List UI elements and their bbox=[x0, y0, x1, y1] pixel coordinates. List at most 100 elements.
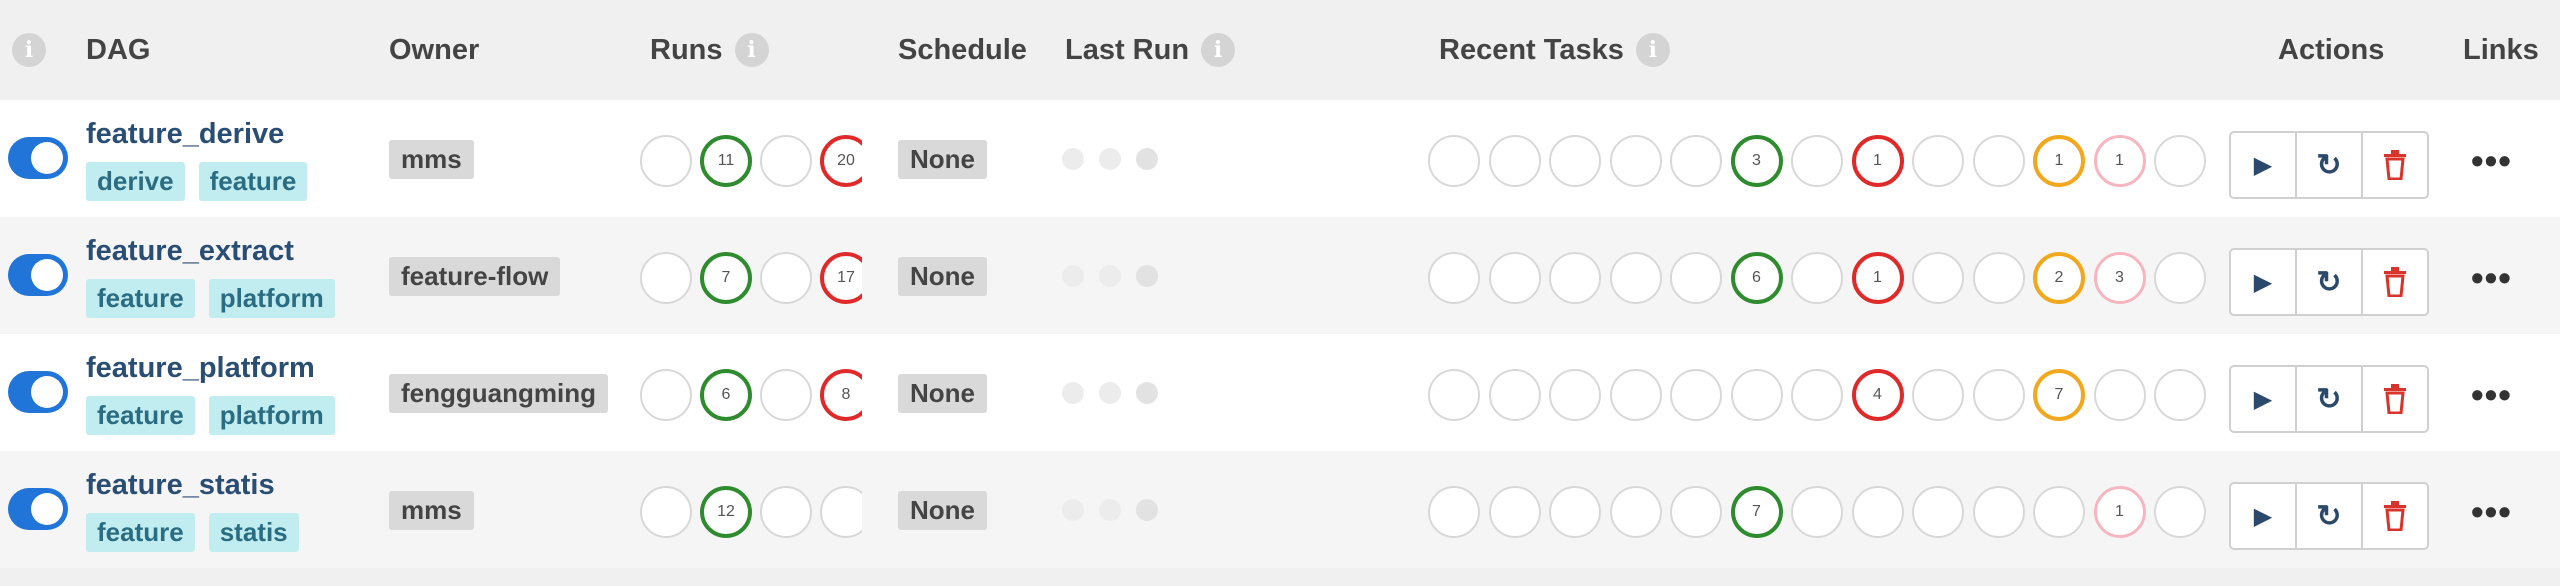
info-icon[interactable]: i bbox=[734, 33, 769, 67]
links-menu-button[interactable]: ••• bbox=[2471, 257, 2512, 299]
header-schedule[interactable]: Schedule bbox=[898, 0, 1027, 100]
task-state-circle[interactable] bbox=[1912, 135, 1964, 187]
task-state-circle[interactable] bbox=[1488, 486, 1541, 538]
task-state-circle[interactable] bbox=[1428, 252, 1480, 304]
task-state-circle[interactable] bbox=[2033, 486, 2085, 538]
task-state-circle[interactable] bbox=[1791, 252, 1843, 304]
refresh-dag-button[interactable]: ↻ bbox=[2297, 484, 2363, 548]
task-state-circle[interactable] bbox=[1609, 486, 1662, 538]
dag-name-link[interactable]: feature_derive bbox=[86, 118, 284, 151]
task-state-circle[interactable]: 1 bbox=[1851, 252, 1904, 304]
task-state-circle[interactable] bbox=[1851, 486, 1904, 538]
task-state-circle[interactable] bbox=[1972, 486, 2025, 538]
task-state-circle[interactable]: 2 bbox=[2033, 252, 2085, 304]
run-state-circle[interactable] bbox=[640, 486, 692, 538]
task-state-circle[interactable]: 1 bbox=[1851, 135, 1904, 187]
task-state-circle[interactable] bbox=[1549, 486, 1601, 538]
task-state-circle[interactable] bbox=[1791, 135, 1843, 187]
task-state-circle[interactable] bbox=[1609, 135, 1662, 187]
dag-enabled-toggle[interactable] bbox=[8, 137, 68, 179]
delete-dag-button[interactable] bbox=[2363, 250, 2427, 314]
dag-name-link[interactable]: feature_extract bbox=[86, 235, 294, 268]
task-state-circle[interactable]: 7 bbox=[1730, 486, 1783, 538]
task-state-circle[interactable] bbox=[1488, 252, 1541, 304]
refresh-dag-button[interactable]: ↻ bbox=[2297, 250, 2363, 314]
task-state-circle[interactable] bbox=[1609, 369, 1662, 421]
links-menu-button[interactable]: ••• bbox=[2471, 140, 2512, 182]
task-state-circle[interactable] bbox=[1549, 135, 1601, 187]
dag-schedule[interactable]: None bbox=[898, 140, 987, 179]
refresh-dag-button[interactable]: ↻ bbox=[2297, 367, 2363, 431]
dag-tag[interactable]: feature bbox=[86, 396, 195, 435]
dag-tag[interactable]: feature bbox=[86, 279, 195, 318]
run-state-circle[interactable]: 6 bbox=[700, 369, 752, 421]
info-icon[interactable]: i bbox=[12, 33, 46, 67]
task-state-circle[interactable] bbox=[1488, 135, 1541, 187]
dag-name-link[interactable]: feature_platform bbox=[86, 352, 315, 385]
task-state-circle[interactable] bbox=[1912, 486, 1964, 538]
task-state-circle[interactable] bbox=[1549, 252, 1601, 304]
run-state-circle[interactable]: 12 bbox=[700, 486, 752, 538]
dag-tag[interactable]: derive bbox=[86, 162, 185, 201]
trigger-dag-button[interactable]: ▶ bbox=[2231, 367, 2297, 431]
task-state-circle[interactable] bbox=[1670, 252, 1722, 304]
trigger-dag-button[interactable]: ▶ bbox=[2231, 484, 2297, 548]
task-state-circle[interactable] bbox=[1488, 369, 1541, 421]
task-state-circle[interactable] bbox=[1428, 369, 1480, 421]
delete-dag-button[interactable] bbox=[2363, 367, 2427, 431]
header-owner[interactable]: Owner bbox=[389, 0, 479, 100]
dag-tag[interactable]: feature bbox=[86, 513, 195, 552]
run-state-circle[interactable]: 11 bbox=[700, 135, 752, 187]
task-state-circle[interactable] bbox=[1670, 135, 1722, 187]
info-icon[interactable]: i bbox=[1635, 33, 1670, 67]
dag-enabled-toggle[interactable] bbox=[8, 371, 68, 413]
refresh-dag-button[interactable]: ↻ bbox=[2297, 133, 2363, 197]
dag-enabled-toggle[interactable] bbox=[8, 488, 68, 530]
task-state-circle[interactable]: 3 bbox=[1730, 135, 1783, 187]
run-state-circle[interactable]: 17 bbox=[820, 252, 862, 304]
dag-owner[interactable]: mms bbox=[389, 491, 474, 530]
trigger-dag-button[interactable]: ▶ bbox=[2231, 250, 2297, 314]
task-state-circle[interactable]: 1 bbox=[2093, 486, 2146, 538]
run-state-circle[interactable] bbox=[760, 135, 812, 187]
dag-schedule[interactable]: None bbox=[898, 491, 987, 530]
task-state-circle[interactable] bbox=[1549, 369, 1601, 421]
dag-tag[interactable]: platform bbox=[208, 279, 335, 318]
header-dag[interactable]: DAG bbox=[86, 0, 150, 100]
run-state-circle[interactable] bbox=[820, 486, 862, 538]
task-state-circle[interactable] bbox=[1428, 486, 1480, 538]
run-state-circle[interactable]: 20 bbox=[820, 135, 862, 187]
task-state-circle[interactable] bbox=[1791, 369, 1843, 421]
task-state-circle[interactable] bbox=[1972, 135, 2025, 187]
task-state-circle[interactable] bbox=[1670, 486, 1722, 538]
dag-name-link[interactable]: feature_statis bbox=[86, 469, 275, 502]
task-state-circle[interactable] bbox=[1972, 369, 2025, 421]
run-state-circle[interactable] bbox=[760, 369, 812, 421]
task-state-circle[interactable]: 6 bbox=[1730, 252, 1783, 304]
task-state-circle[interactable] bbox=[2093, 369, 2146, 421]
task-state-circle[interactable] bbox=[1428, 135, 1480, 187]
run-state-circle[interactable]: 8 bbox=[820, 369, 862, 421]
dag-owner[interactable]: fengguangming bbox=[389, 374, 608, 413]
task-state-circle[interactable] bbox=[1972, 252, 2025, 304]
task-state-circle[interactable] bbox=[1609, 252, 1662, 304]
dag-schedule[interactable]: None bbox=[898, 374, 987, 413]
delete-dag-button[interactable] bbox=[2363, 484, 2427, 548]
task-state-circle[interactable]: 1 bbox=[2093, 135, 2146, 187]
task-state-circle[interactable]: 7 bbox=[2033, 369, 2085, 421]
delete-dag-button[interactable] bbox=[2363, 133, 2427, 197]
dag-tag[interactable]: statis bbox=[208, 513, 299, 552]
run-state-circle[interactable] bbox=[640, 252, 692, 304]
task-state-circle[interactable]: 3 bbox=[2093, 252, 2146, 304]
dag-tag[interactable]: platform bbox=[208, 396, 335, 435]
task-state-circle[interactable]: 1 bbox=[2033, 135, 2085, 187]
run-state-circle[interactable] bbox=[640, 135, 692, 187]
task-state-circle[interactable] bbox=[2154, 486, 2206, 538]
links-menu-button[interactable]: ••• bbox=[2471, 374, 2512, 416]
dag-schedule[interactable]: None bbox=[898, 257, 987, 296]
task-state-circle[interactable] bbox=[1791, 486, 1843, 538]
dag-owner[interactable]: mms bbox=[389, 140, 474, 179]
run-state-circle[interactable]: 7 bbox=[700, 252, 752, 304]
run-state-circle[interactable] bbox=[760, 252, 812, 304]
dag-owner[interactable]: feature-flow bbox=[389, 257, 561, 296]
